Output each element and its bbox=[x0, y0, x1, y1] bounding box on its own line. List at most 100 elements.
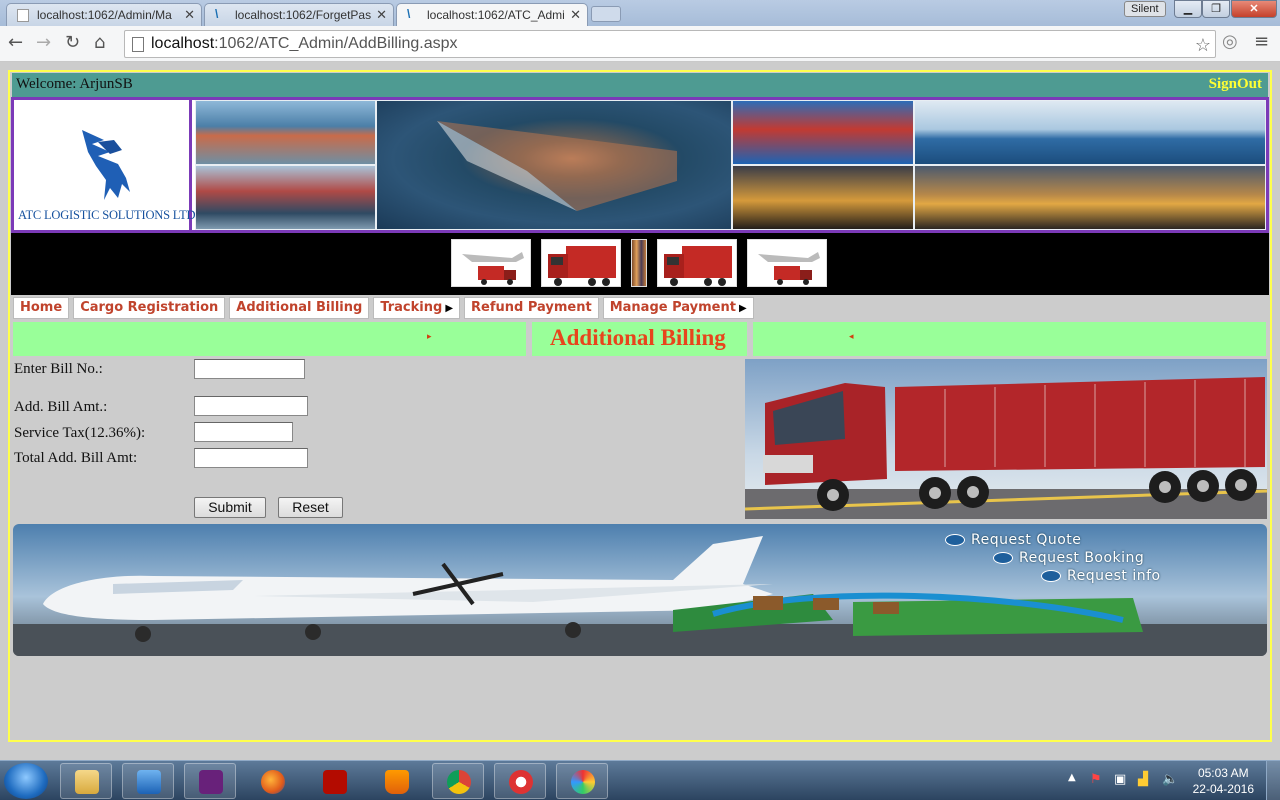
plane-truck-icon bbox=[462, 252, 524, 285]
vehicle-thumbnails-strip bbox=[11, 233, 1269, 295]
main-menu: Home Cargo Registration Additional Billi… bbox=[13, 297, 754, 319]
restore-button[interactable]: ❐ bbox=[1202, 0, 1230, 18]
request-booking-link[interactable]: Request Booking bbox=[993, 550, 1144, 566]
page-icon bbox=[132, 37, 144, 52]
tray-expand-icon[interactable]: ▲ bbox=[1068, 772, 1076, 783]
menu-cargo-registration[interactable]: Cargo Registration bbox=[73, 297, 226, 319]
chrome-icon bbox=[447, 770, 471, 794]
browser-tab-2[interactable]: \ localhost:1062/ForgetPass ✕ bbox=[204, 3, 394, 26]
signout-link[interactable]: SignOut bbox=[1209, 76, 1262, 93]
menu-label: Cargo Registration bbox=[80, 300, 219, 315]
calendar-icon bbox=[993, 552, 1013, 564]
menu-refund-payment[interactable]: Refund Payment bbox=[464, 297, 599, 319]
url-host: localhost bbox=[151, 35, 215, 52]
browser-tab-1[interactable]: localhost:1062/Admin/Ma ✕ bbox=[6, 3, 202, 26]
paint-taskbar-button[interactable] bbox=[556, 763, 608, 799]
vlc-icon bbox=[385, 770, 409, 794]
tab-close-icon[interactable]: ✕ bbox=[570, 7, 581, 23]
bookmark-star-icon[interactable]: ☆ bbox=[1195, 32, 1211, 58]
network-icon[interactable]: ▟ bbox=[1138, 772, 1148, 787]
taskbar-clock[interactable]: 05:03 AM 22-04-2016 bbox=[1193, 765, 1254, 797]
ships-at-sea-image bbox=[914, 100, 1266, 165]
tab-title: localhost:1062/Admin/Ma bbox=[37, 8, 172, 22]
acrobat-taskbar-button[interactable] bbox=[308, 763, 360, 799]
air-cargo-banner: Request Quote Request Booking Request in… bbox=[13, 524, 1267, 656]
browser-tab-3-active[interactable]: \ localhost:1062/ATC_Admi ✕ bbox=[396, 3, 588, 26]
page-viewport: Welcome: ArjunSB SignOut ATC LOGISTIC SO… bbox=[0, 62, 1280, 760]
page-title: Additional Billing bbox=[550, 325, 726, 350]
ccleaner-icon bbox=[509, 770, 533, 794]
total-input[interactable] bbox=[194, 448, 308, 468]
red-truck-icon bbox=[548, 246, 616, 286]
page-icon bbox=[17, 9, 29, 22]
tab-title: localhost:1062/ForgetPass bbox=[235, 8, 371, 22]
request-quote-label: Request Quote bbox=[971, 532, 1082, 548]
silent-badge: Silent bbox=[1124, 1, 1166, 17]
info-icon bbox=[1041, 570, 1061, 582]
request-booking-label: Request Booking bbox=[1019, 550, 1145, 566]
port-cranes-night-image bbox=[732, 165, 914, 230]
menu-additional-billing[interactable]: Additional Billing bbox=[229, 297, 370, 319]
extension-icon[interactable]: ◎ bbox=[1222, 31, 1238, 52]
header-banner: ATC LOGISTIC SOLUTIONS LTD., bbox=[11, 97, 1269, 233]
service-tax-label: Service Tax(12.36%): bbox=[14, 425, 146, 441]
home-icon[interactable]: ⌂ bbox=[94, 32, 105, 53]
menu-manage-payment[interactable]: Manage Payment ▶ bbox=[602, 297, 754, 319]
acrobat-icon bbox=[323, 770, 347, 794]
cargo-ship-image bbox=[195, 165, 376, 230]
plane-truck-icon bbox=[758, 252, 820, 285]
firefox-icon bbox=[261, 770, 285, 794]
volume-icon[interactable]: 🔈 bbox=[1162, 772, 1178, 787]
menu-home[interactable]: Home bbox=[13, 297, 70, 319]
tab-close-icon[interactable]: ✕ bbox=[376, 7, 387, 23]
banner-photo-collage bbox=[195, 100, 1266, 230]
start-button-windows-icon[interactable] bbox=[4, 763, 48, 799]
action-center-flag-icon[interactable]: ⚑ bbox=[1090, 772, 1102, 787]
tab-title: localhost:1062/ATC_Admi bbox=[427, 8, 565, 22]
welcome-text: Welcome: ArjunSB bbox=[16, 76, 133, 92]
logo-text: ATC LOGISTIC SOLUTIONS LTD., bbox=[18, 208, 202, 222]
firefox-taskbar-button[interactable] bbox=[246, 763, 298, 799]
explorer-taskbar-button[interactable] bbox=[60, 763, 112, 799]
forward-arrow-icon[interactable]: → bbox=[36, 32, 51, 53]
reset-button[interactable]: Reset bbox=[278, 497, 343, 518]
bill-no-label: Enter Bill No.: bbox=[14, 361, 103, 377]
red-container-image bbox=[732, 100, 914, 165]
reload-icon[interactable]: ↻ bbox=[65, 32, 80, 53]
bill-no-input[interactable] bbox=[194, 359, 305, 379]
plane-truck-thumbnail bbox=[451, 239, 531, 287]
show-desktop-button[interactable] bbox=[1266, 761, 1280, 800]
request-info-link[interactable]: Request info bbox=[1041, 568, 1161, 584]
add-bill-amt-input[interactable] bbox=[194, 396, 308, 416]
request-quote-link[interactable]: Request Quote bbox=[945, 532, 1081, 548]
close-window-button[interactable]: ✕ bbox=[1231, 0, 1277, 18]
minimize-button[interactable]: ▁ bbox=[1174, 0, 1202, 18]
ccleaner-taskbar-button[interactable] bbox=[494, 763, 546, 799]
menu-hamburger-icon[interactable]: ≡ bbox=[1254, 31, 1269, 52]
url-path: :1062/ATC_Admin/AddBilling.aspx bbox=[214, 35, 458, 52]
menu-label: Refund Payment bbox=[471, 300, 592, 315]
truck-illustration-icon bbox=[745, 359, 1267, 519]
ship-shape-icon bbox=[437, 121, 677, 211]
page-frame: Welcome: ArjunSB SignOut ATC LOGISTIC SO… bbox=[8, 70, 1272, 742]
back-arrow-icon[interactable]: ← bbox=[8, 32, 23, 53]
vs-favicon-icon: \ bbox=[215, 7, 219, 21]
dollar-icon bbox=[945, 534, 965, 546]
visual-studio-taskbar-button[interactable] bbox=[184, 763, 236, 799]
address-bar[interactable]: localhost:1062/ATC_Admin/AddBilling.aspx… bbox=[124, 30, 1216, 58]
submenu-arrow-icon: ▶ bbox=[738, 303, 747, 314]
clock-time: 05:03 AM bbox=[1197, 766, 1249, 780]
service-tax-input[interactable] bbox=[194, 422, 293, 442]
red-truck-thumbnail bbox=[541, 239, 621, 287]
media-player-taskbar-button[interactable] bbox=[122, 763, 174, 799]
menu-label: Additional Billing bbox=[236, 300, 363, 315]
tab-close-icon[interactable]: ✕ bbox=[184, 7, 195, 23]
vlc-taskbar-button[interactable] bbox=[370, 763, 422, 799]
chrome-taskbar-button[interactable] bbox=[432, 763, 484, 799]
visual-studio-icon bbox=[199, 770, 223, 794]
menu-tracking[interactable]: Tracking ▶ bbox=[373, 297, 461, 319]
container-ship-aerial-image bbox=[376, 100, 732, 230]
new-tab-button[interactable] bbox=[591, 6, 621, 22]
submit-button[interactable]: Submit bbox=[194, 497, 266, 518]
device-tray-icon[interactable]: ▣ bbox=[1114, 772, 1126, 787]
